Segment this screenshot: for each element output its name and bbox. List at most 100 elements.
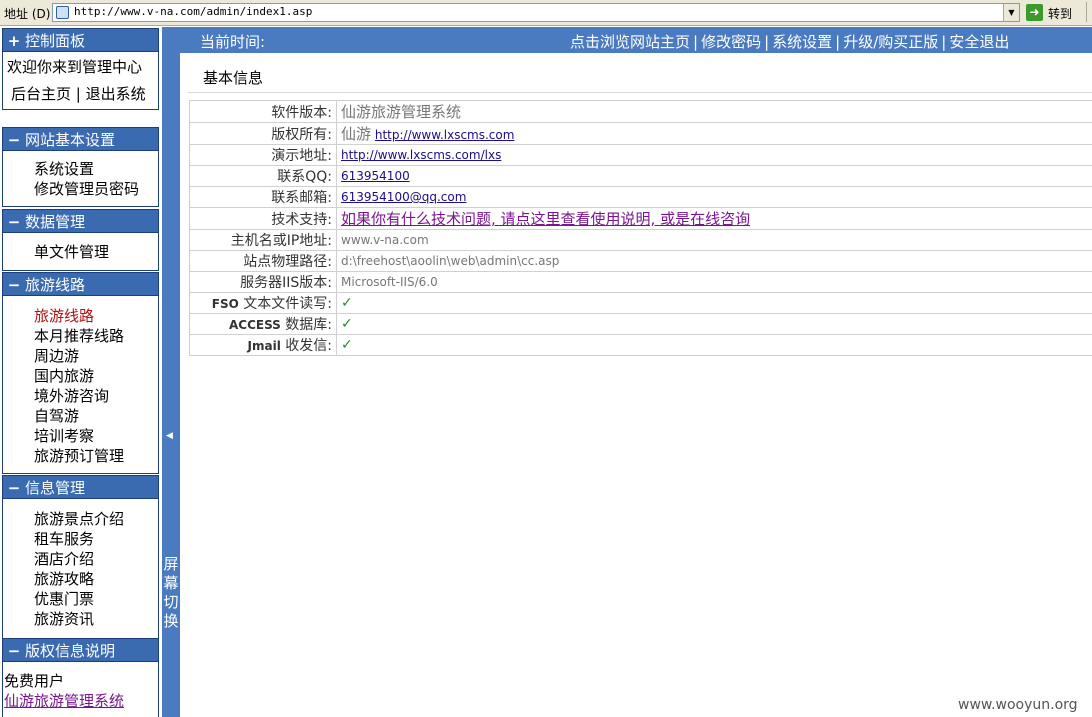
table-row: ACCESS 数据库: ✓ <box>189 313 1092 335</box>
view-homepage-link[interactable]: 点击浏览网站主页 <box>570 33 690 51</box>
nav-discount-tickets[interactable]: 优惠门票 <box>34 589 94 609</box>
section-header-info-management[interactable]: − 信息管理 <box>2 475 159 499</box>
page-icon <box>56 6 69 19</box>
address-bar: 地址 (D) http://www.v-na.com/admin/index1.… <box>0 0 1092 26</box>
section-body-data-management: 单文件管理 <box>2 233 159 271</box>
version-value: 仙游旅游管理系统 <box>336 100 1092 123</box>
system-settings-link[interactable]: 系统设置 <box>772 33 832 51</box>
nav-scenic-spots[interactable]: 旅游景点介绍 <box>34 509 124 529</box>
safe-logout-link[interactable]: 安全退出 <box>949 33 1009 51</box>
section-header-site-settings[interactable]: − 网站基本设置 <box>2 127 159 151</box>
qq-link[interactable]: 613954100 <box>341 169 410 183</box>
collapse-arrow-icon[interactable]: ◀ <box>166 431 173 441</box>
address-label: 地址 (D) <box>4 7 51 21</box>
path-value: d:\freehost\aoolin\web\admin\cc.asp <box>336 250 1092 272</box>
host-label: 主机名或IP地址: <box>189 229 337 251</box>
admin-home-link[interactable]: 后台主页 <box>11 85 71 103</box>
table-row: 演示地址: http://www.lxscms.com/lxs <box>189 144 1092 166</box>
nav-training-tours[interactable]: 培训考察 <box>34 426 94 446</box>
url-input[interactable]: http://www.v-na.com/admin/index1.asp ▼ <box>52 3 1020 22</box>
email-link[interactable]: 613954100@qq.com <box>341 190 466 204</box>
email-value: 613954100@qq.com <box>336 186 1092 208</box>
table-row: 技术支持: 如果你有什么技术问题, 请点这里查看使用说明, 或是在线咨询 <box>189 207 1092 230</box>
logout-link[interactable]: 退出系统 <box>86 85 146 103</box>
section-body-travel-routes: 旅游线路 本月推荐线路 周边游 国内旅游 境外游咨询 自驾游 培训考察 旅游预订… <box>2 296 159 474</box>
host-value: www.v-na.com <box>336 229 1092 251</box>
demo-value: http://www.lxscms.com/lxs <box>336 144 1092 166</box>
table-row: Jmail 收发信: ✓ <box>189 334 1092 356</box>
table-row: 版权所有: 仙游 http://www.lxscms.com <box>189 122 1092 145</box>
table-row: 软件版本: 仙游旅游管理系统 <box>189 100 1092 123</box>
table-row: 站点物理路径: d:\freehost\aoolin\web\admin\cc.… <box>189 250 1092 272</box>
license-type: 免费用户 <box>4 672 65 690</box>
nav-recommended-routes[interactable]: 本月推荐线路 <box>34 326 124 346</box>
demo-label: 演示地址: <box>189 144 337 166</box>
control-panel-body: 欢迎你来到管理中心 后台主页 | 退出系统 <box>2 52 159 110</box>
copyright-url-link[interactable]: http://www.lxscms.com <box>375 128 515 142</box>
nav-booking-management[interactable]: 旅游预订管理 <box>34 446 124 466</box>
go-button[interactable]: ➜ 转到 <box>1026 4 1082 22</box>
nav-travel-guides[interactable]: 旅游攻略 <box>34 569 94 589</box>
link-divider: | <box>75 85 81 103</box>
table-row: 服务器IIS版本: Microsoft-IIS/6.0 <box>189 271 1092 293</box>
plus-icon: + <box>7 32 21 50</box>
minus-icon: − <box>7 479 21 497</box>
nav-nearby-tours[interactable]: 周边游 <box>34 346 79 366</box>
nav-domestic-tours[interactable]: 国内旅游 <box>34 366 94 386</box>
minus-icon: − <box>7 213 21 231</box>
page-title: 基本信息 <box>203 69 264 87</box>
nav-system-settings[interactable]: 系统设置 <box>34 159 94 179</box>
jmail-label: Jmail 收发信: <box>189 334 337 356</box>
nav-travel-news[interactable]: 旅游资讯 <box>34 609 94 629</box>
control-panel-links: 后台主页 | 退出系统 <box>11 83 146 104</box>
email-label: 联系邮箱: <box>189 186 337 208</box>
nav-car-rental[interactable]: 租车服务 <box>34 529 94 549</box>
dropdown-arrow-icon[interactable]: ▼ <box>1003 4 1019 21</box>
copyright-label: 版权所有: <box>189 122 337 145</box>
info-table: 软件版本: 仙游旅游管理系统 版权所有: 仙游 http://www.lxscm… <box>189 100 1092 356</box>
checkmark-icon: ✓ <box>341 295 353 311</box>
nav-change-admin-password[interactable]: 修改管理员密码 <box>34 179 139 199</box>
iis-value: Microsoft-IIS/6.0 <box>336 271 1092 293</box>
nav-hotels[interactable]: 酒店介绍 <box>34 549 94 569</box>
support-link[interactable]: 如果你有什么技术问题, 请点这里查看使用说明, 或是在线咨询 <box>341 210 750 228</box>
qq-value: 613954100 <box>336 165 1092 187</box>
minus-icon: − <box>7 276 21 294</box>
product-link[interactable]: 仙游旅游管理系统 <box>4 690 124 711</box>
minus-icon: − <box>7 131 21 149</box>
nav-overseas-consult[interactable]: 境外游咨询 <box>34 386 109 406</box>
sidebar: + 控制面板 欢迎你来到管理中心 后台主页 | 退出系统 − 网站基本设置 系统设置… <box>0 27 162 717</box>
table-row: 联系QQ: 613954100 <box>189 165 1092 187</box>
copyright-value: 仙游 http://www.lxscms.com <box>336 122 1092 145</box>
frame-toggle-label[interactable]: 屏幕切换 <box>163 555 179 631</box>
section-header-travel-routes[interactable]: − 旅游线路 <box>2 272 159 296</box>
control-panel-header[interactable]: + 控制面板 <box>2 28 159 52</box>
copyright-name: 仙游 <box>341 125 372 143</box>
table-row: FSO 文本文件读写: ✓ <box>189 292 1092 314</box>
path-label: 站点物理路径: <box>189 250 337 272</box>
section-header-data-management[interactable]: − 数据管理 <box>2 209 159 233</box>
top-bar: 当前时间: 点击浏览网站主页 | 修改密码 | 系统设置 | 升级/购买正版 | 安全退出 <box>180 27 1092 53</box>
access-value: ✓ <box>336 313 1092 335</box>
change-password-link[interactable]: 修改密码 <box>701 33 761 51</box>
support-value: 如果你有什么技术问题, 请点这里查看使用说明, 或是在线咨询 <box>336 207 1092 230</box>
nav-self-drive[interactable]: 自驾游 <box>34 406 79 426</box>
divider <box>188 92 1092 93</box>
version-label: 软件版本: <box>189 100 337 123</box>
checkmark-icon: ✓ <box>341 337 353 353</box>
fso-label: FSO 文本文件读写: <box>189 292 337 314</box>
demo-url-link[interactable]: http://www.lxscms.com/lxs <box>341 148 501 162</box>
qq-label: 联系QQ: <box>189 165 337 187</box>
section-header-copyright[interactable]: − 版权信息说明 <box>2 638 159 662</box>
table-row: 联系邮箱: 613954100@qq.com <box>189 186 1092 208</box>
access-label: ACCESS 数据库: <box>189 313 337 335</box>
upgrade-link[interactable]: 升级/购买正版 <box>843 33 938 51</box>
checkmark-icon: ✓ <box>341 316 353 332</box>
section-body-copyright: 免费用户 仙游旅游管理系统 <box>2 662 159 717</box>
nav-travel-routes[interactable]: 旅游线路 <box>34 306 94 326</box>
url-text[interactable]: http://www.v-na.com/admin/index1.asp <box>74 5 312 18</box>
frame-toggle-bar[interactable]: ◀ 屏幕切换 <box>162 27 180 717</box>
jmail-value: ✓ <box>336 334 1092 356</box>
top-links: 点击浏览网站主页 | 修改密码 | 系统设置 | 升级/购买正版 | 安全退出 <box>570 33 1010 51</box>
nav-single-file-management[interactable]: 单文件管理 <box>34 242 109 262</box>
